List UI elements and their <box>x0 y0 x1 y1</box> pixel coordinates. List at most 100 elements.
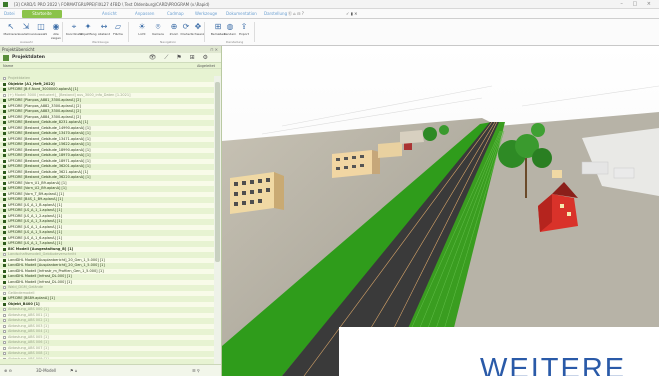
tab-display[interactable]: Darstellung <box>262 10 289 18</box>
visibility-checkbox[interactable] <box>3 209 6 213</box>
visibility-checkbox[interactable] <box>3 302 6 306</box>
quick-access-icons[interactable]: Ⓔ ⌂ ⊟ ? <box>288 9 304 19</box>
visibility-checkbox[interactable] <box>3 104 6 108</box>
visibility-checkbox[interactable] <box>3 297 6 301</box>
light-button[interactable]: ☀ Licht <box>134 21 150 43</box>
tree-item-label: UPF.DRE [LS_A_1_2.aplanA] [1] <box>8 213 62 218</box>
pan-icon: ✥ <box>194 22 202 31</box>
visibility-checkbox[interactable] <box>3 214 6 218</box>
check-icon[interactable]: ✓ ▮ ✕ <box>346 9 357 19</box>
tab-home[interactable]: Startseite <box>22 10 62 18</box>
visibility-checkbox[interactable] <box>3 165 6 169</box>
tree-item-label: LandDHL Modell [Ausplanbericht]_20_Gen_1… <box>8 257 105 262</box>
tab-file[interactable]: Datei <box>2 10 17 18</box>
visibility-checkbox[interactable] <box>3 319 6 323</box>
tab-customize[interactable]: Anpassen <box>133 10 156 18</box>
visibility-checkbox[interactable] <box>3 247 6 251</box>
tab-documentation[interactable]: Dokumentation <box>224 10 259 18</box>
visibility-checkbox[interactable] <box>3 110 6 114</box>
visibility-checkbox[interactable] <box>3 170 6 174</box>
visibility-checkbox[interactable] <box>3 154 6 158</box>
ribbon-button-label: Export <box>239 32 249 36</box>
visibility-checkbox[interactable] <box>3 258 6 262</box>
house-left-near <box>230 172 284 214</box>
visibility-checkbox[interactable] <box>3 286 6 290</box>
tree-item-label: (+) Modell 3000 [reduziert]_ [Bestand] a… <box>8 92 131 97</box>
tree-item-label: UPF.DRE [LS_A_1_4.aplanA] [1] <box>8 224 62 229</box>
mode-selector[interactable]: 3D-Modell <box>36 365 56 376</box>
zoom-buttons[interactable]: ⊕ ⊖ <box>4 365 12 376</box>
visibility-checkbox[interactable] <box>3 225 6 229</box>
tree-item-label: UPF.DRE [Bestand_Gebäude_3621.aplanA] [1… <box>8 169 89 174</box>
scrollbar-thumb[interactable] <box>215 82 220 262</box>
visibility-checkbox[interactable] <box>3 330 6 334</box>
visibility-checkbox[interactable] <box>3 115 6 119</box>
tree-item-label: UPF.DRE [LS_A_1_5.aplanA] [1] <box>8 230 62 234</box>
visibility-checkbox[interactable] <box>3 231 6 235</box>
visibility-checkbox[interactable] <box>3 357 6 359</box>
visibility-checkbox[interactable] <box>3 137 6 141</box>
visibility-checkbox[interactable] <box>3 132 6 136</box>
footer-right-icons[interactable]: ☰ ⚲ <box>192 365 200 376</box>
tree-item-label: Objekt_B400 [1] <box>8 301 40 306</box>
visibility-checkbox[interactable] <box>3 88 6 92</box>
tree-item-label: UPF.DRE [Planpos_A883_3300.aplanA] [2] <box>8 109 81 113</box>
visibility-checkbox[interactable] <box>3 99 6 103</box>
tree-item-label: UPF.DRE [Planpos_A884_3300.aplanA] [2] <box>8 114 81 119</box>
visibility-checkbox[interactable] <box>3 352 6 356</box>
visibility-checkbox[interactable] <box>3 159 6 163</box>
column-derived[interactable]: Abgeleitet <box>197 63 215 69</box>
visibility-checkbox[interactable] <box>3 275 6 279</box>
visibility-checkbox[interactable] <box>3 93 6 97</box>
tab-view[interactable]: Ansicht <box>100 10 119 18</box>
visibility-checkbox[interactable] <box>3 181 6 185</box>
visibility-checkbox[interactable] <box>3 82 6 86</box>
visibility-checkbox[interactable] <box>3 264 6 268</box>
window-controls[interactable]: – □ × <box>620 0 655 9</box>
visibility-checkbox[interactable] <box>3 187 6 191</box>
visibility-checkbox[interactable] <box>3 198 6 202</box>
tree-item-label: Geländemodell <box>8 290 35 295</box>
visibility-checkbox[interactable] <box>3 192 6 196</box>
tree-item-label: UPF.DRE [Bestand_Gebäude_18970.aplanA] [… <box>8 153 91 157</box>
visibility-checkbox[interactable] <box>3 242 6 246</box>
tree-item-label: UPF.DRE [LS_A_1_7.aplanA] [1] <box>8 241 62 245</box>
visibility-checkbox[interactable] <box>3 308 6 312</box>
tab-cadmap[interactable]: Cadmap <box>165 10 186 18</box>
visibility-checkbox[interactable] <box>3 203 6 207</box>
select-button[interactable]: ◫ Auswahl <box>33 21 49 43</box>
tree-item-label: Abtastung_ABS 007 [1] <box>8 345 49 350</box>
app-logo-icon <box>3 2 8 7</box>
visibility-checkbox[interactable] <box>3 341 6 345</box>
visibility-checkbox[interactable] <box>3 220 6 224</box>
visibility-checkbox[interactable] <box>3 346 6 350</box>
pin-icon[interactable]: ⊓ ✕ <box>210 46 218 53</box>
visibility-checkbox[interactable] <box>3 126 6 130</box>
visibility-checkbox[interactable] <box>3 324 6 328</box>
tree-item-label: UPF.DRE [Bestand_Gebäude_15622.aplanA] [… <box>8 142 91 146</box>
tab-tools[interactable]: Werkzeuge <box>193 10 219 18</box>
area-button[interactable]: ▱ Fläche <box>110 21 126 43</box>
visibility-checkbox[interactable] <box>3 176 6 180</box>
visibility-checkbox[interactable] <box>3 148 6 152</box>
visibility-checkbox[interactable] <box>3 236 6 240</box>
panel-tool-icons[interactable]: 👁 ⟋ ⚑ ⊞ ⚙ <box>149 53 211 63</box>
visibility-checkbox[interactable] <box>3 335 6 339</box>
panel-title-bar: Projektübersicht ⊓ ✕ <box>0 46 221 53</box>
tree-item-label: UPF.DRE [Bestand_Gebäude_13471.aplanA] [… <box>8 136 91 141</box>
visibility-checkbox[interactable] <box>3 280 6 284</box>
object-tree: Projektdaten Objekte [A1_Heft_2022] UPF.DR… <box>0 76 214 359</box>
tree-item-label: Abtastung_ABS 009 [1] <box>8 356 49 360</box>
visibility-checkbox[interactable] <box>3 269 6 273</box>
footer-icons[interactable]: ⚑ ⌂ <box>70 365 77 376</box>
tree-item[interactable]: Abtastung_ABS 009 [1] <box>0 356 214 360</box>
visibility-checkbox[interactable] <box>3 291 6 295</box>
visibility-checkbox[interactable] <box>3 253 6 257</box>
tree-scrollbar[interactable] <box>214 76 221 376</box>
column-name[interactable]: Name <box>3 64 13 68</box>
visibility-checkbox[interactable] <box>3 143 6 147</box>
visibility-checkbox[interactable] <box>3 77 6 81</box>
cursor-button[interactable]: ↖ Markieren <box>3 21 19 43</box>
visibility-checkbox[interactable] <box>3 313 6 317</box>
visibility-checkbox[interactable] <box>3 121 6 125</box>
